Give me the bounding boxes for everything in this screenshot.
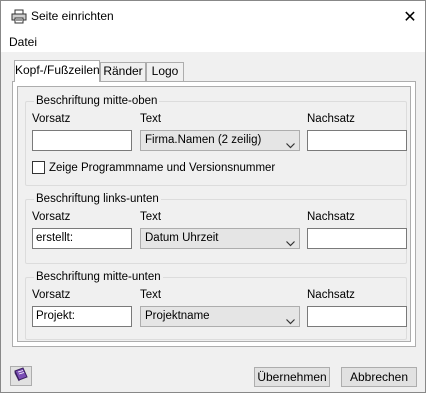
group-title: Beschriftung mitte-unten — [34, 270, 163, 284]
text-select-value: Datum Uhrzeit — [145, 232, 219, 244]
tab-panel: Beschriftung mitte-oben Vorsatz Text Nac… — [12, 81, 416, 347]
panel-frame: Beschriftung mitte-oben Vorsatz Text Nac… — [17, 86, 411, 342]
suffix-label: Nachsatz — [307, 289, 355, 301]
prefix-input[interactable] — [32, 130, 132, 151]
text-select[interactable]: Firma.Namen (2 zeilig) — [140, 130, 300, 151]
suffix-label: Nachsatz — [307, 211, 355, 223]
help-button[interactable] — [10, 366, 32, 386]
chevron-down-icon — [286, 313, 295, 325]
prefix-input[interactable]: erstellt: — [32, 228, 132, 249]
text-label: Text — [140, 289, 162, 301]
window-title: Seite einrichten — [31, 9, 114, 23]
close-icon: ✕ — [403, 8, 417, 26]
prefix-label: Vorsatz — [32, 289, 71, 301]
apply-button[interactable]: Übernehmen — [254, 367, 330, 387]
title-bar: Seite einrichten ✕ — [1, 1, 425, 32]
text-select-value: Firma.Namen (2 zeilig) — [145, 134, 262, 146]
suffix-input[interactable] — [307, 130, 407, 151]
menu-bar: Datei — [1, 32, 425, 52]
text-label: Text — [140, 211, 162, 223]
group-links-unten: Beschriftung links-unten Vorsatz Text Na… — [25, 192, 407, 264]
printer-icon — [11, 9, 27, 24]
page-setup-dialog: Seite einrichten ✕ Datei Kopf-/Fußzeilen… — [0, 0, 426, 393]
tab-logo[interactable]: Logo — [146, 62, 184, 81]
prefix-label: Vorsatz — [32, 113, 71, 125]
group-mitte-oben: Beschriftung mitte-oben Vorsatz Text Nac… — [25, 94, 407, 186]
cancel-button[interactable]: Abbrechen — [341, 367, 417, 387]
suffix-label: Nachsatz — [307, 113, 355, 125]
text-label: Text — [140, 113, 162, 125]
show-version-label[interactable]: Zeige Programmname und Versionsnummer — [49, 161, 275, 175]
prefix-label: Vorsatz — [32, 211, 71, 223]
show-version-checkbox[interactable] — [32, 161, 45, 174]
tab-raender[interactable]: Ränder — [100, 62, 146, 81]
group-mitte-unten: Beschriftung mitte-unten Vorsatz Text Na… — [25, 270, 407, 340]
close-button[interactable]: ✕ — [395, 1, 425, 32]
tab-kopf-fusszeilen[interactable]: Kopf-/Fußzeilen — [14, 60, 100, 82]
group-title: Beschriftung mitte-oben — [34, 94, 160, 108]
tab-strip: Kopf-/Fußzeilen Ränder Logo — [14, 60, 214, 82]
menu-datei[interactable]: Datei — [9, 35, 37, 49]
prefix-input[interactable]: Projekt: — [32, 306, 132, 327]
chevron-down-icon — [286, 137, 295, 149]
text-select-value: Projektname — [145, 310, 210, 322]
chevron-down-icon — [286, 235, 295, 247]
book-icon — [13, 367, 29, 385]
text-select[interactable]: Projektname — [140, 306, 300, 327]
suffix-input[interactable] — [307, 228, 407, 249]
text-select[interactable]: Datum Uhrzeit — [140, 228, 300, 249]
group-title: Beschriftung links-unten — [34, 192, 161, 206]
suffix-input[interactable] — [307, 306, 407, 327]
